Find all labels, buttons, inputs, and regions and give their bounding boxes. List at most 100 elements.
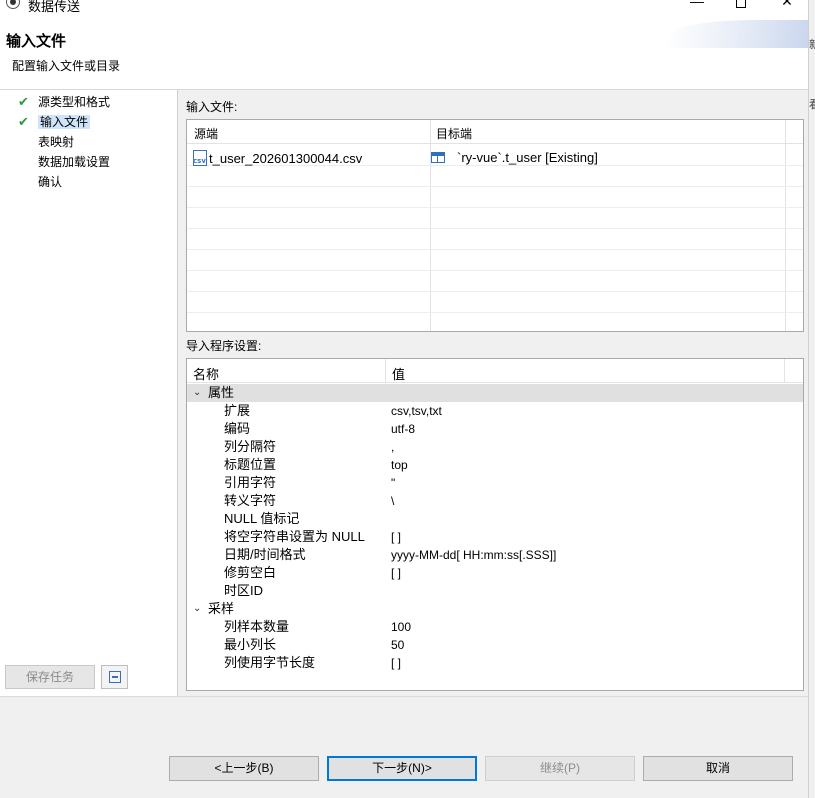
property-value[interactable]: utf-8	[391, 420, 415, 438]
property-name: 列样本数量	[224, 619, 290, 634]
step-table-mapping[interactable]: 表映射	[16, 133, 74, 151]
property-name: 修剪空白	[224, 565, 277, 580]
property-row[interactable]: 日期/时间格式 yyyy-MM-dd[ HH:mm:ss[.SSS]]	[187, 546, 803, 564]
column-header-target[interactable]: 目标端	[436, 125, 472, 142]
property-value[interactable]: [ ]	[391, 564, 401, 582]
step-confirm[interactable]: 确认	[16, 173, 62, 191]
property-row[interactable]: 将空字符串设置为 NULL [ ]	[187, 528, 803, 546]
maximize-button[interactable]	[718, 0, 764, 13]
column-header-name[interactable]: 名称	[193, 364, 219, 383]
property-name: 引用字符	[224, 475, 277, 490]
property-value[interactable]: yyyy-MM-dd[ HH:mm:ss[.SSS]]	[391, 546, 556, 564]
close-button[interactable]: ✕	[764, 0, 810, 13]
property-name: 最小列长	[224, 637, 277, 652]
property-name: 扩展	[224, 403, 251, 418]
background-text-fragment: 新	[809, 39, 815, 51]
task-config-button[interactable]	[101, 665, 128, 689]
table-header: 源端 目标端	[187, 120, 803, 144]
column-header-source[interactable]: 源端	[194, 125, 218, 142]
check-icon: ✔	[18, 94, 29, 109]
minimize-button[interactable]: —	[674, 0, 720, 13]
check-icon: ✔	[18, 114, 29, 129]
chevron-down-icon[interactable]: ⌄	[193, 600, 201, 618]
row-divider	[187, 207, 803, 208]
property-value[interactable]: csv,tsv,txt	[391, 402, 442, 420]
background-window-edge: 新 看	[808, 0, 815, 798]
property-value[interactable]: top	[391, 456, 408, 474]
group-label: 属性	[208, 385, 235, 400]
property-row[interactable]: 转义字符 \	[187, 492, 803, 510]
page-title: 输入文件	[6, 33, 67, 50]
property-row[interactable]: 最小列长 50	[187, 636, 803, 654]
column-divider	[385, 359, 386, 382]
wizard-steps-nav: ✔ 源类型和格式 ✔ 输入文件 表映射 数据加载设置 确认 保存任务	[0, 90, 178, 696]
chevron-down-icon[interactable]: ⌄	[193, 384, 201, 402]
property-name: 标题位置	[224, 457, 277, 472]
property-name: 日期/时间格式	[224, 547, 306, 562]
source-file-name: t_user_202601300044.csv	[209, 151, 363, 166]
table-row-target[interactable]: `ry-vue`.t_user [Existing]	[431, 150, 598, 165]
step-label: 表映射	[38, 135, 75, 149]
property-name: 列分隔符	[224, 439, 277, 454]
continue-button[interactable]: 继续(P)	[485, 756, 635, 781]
cancel-button[interactable]: 取消	[643, 756, 793, 781]
row-divider	[187, 270, 803, 271]
property-value[interactable]: 100	[391, 618, 411, 636]
property-row[interactable]: 列使用字节长度 [ ]	[187, 654, 803, 672]
property-value[interactable]: \	[391, 492, 394, 510]
step-label: 数据加载设置	[38, 155, 111, 169]
step-source-type[interactable]: ✔ 源类型和格式	[16, 93, 110, 111]
property-row[interactable]: 标题位置 top	[187, 456, 803, 474]
group-label: 采样	[208, 601, 235, 616]
header-decoration	[668, 20, 808, 48]
row-divider	[187, 312, 803, 313]
table-row-source[interactable]: csv t_user_202601300044.csv	[193, 150, 362, 166]
column-header-value[interactable]: 值	[392, 364, 405, 383]
title-bar: 数据传送 — ✕	[0, 0, 815, 14]
column-divider	[785, 120, 786, 331]
property-row[interactable]: 修剪空白 [ ]	[187, 564, 803, 582]
next-button[interactable]: 下一步(N)>	[327, 756, 477, 781]
property-row[interactable]: 时区ID	[187, 582, 803, 600]
property-value[interactable]: [ ]	[391, 654, 401, 672]
target-table-name: `ry-vue`.t_user [Existing]	[457, 150, 598, 165]
row-divider	[187, 228, 803, 229]
window-title: 数据传送	[28, 0, 81, 14]
maximize-icon	[736, 0, 746, 8]
property-name: 列使用字节长度	[224, 655, 316, 670]
property-row[interactable]: 编码 utf-8	[187, 420, 803, 438]
app-logo-icon	[6, 0, 20, 9]
task-config-icon	[109, 671, 121, 683]
step-load-settings[interactable]: 数据加载设置	[16, 153, 110, 171]
property-value[interactable]: "	[391, 474, 395, 492]
background-text-fragment: 看	[809, 99, 815, 111]
step-input-files[interactable]: ✔ 输入文件	[16, 113, 91, 131]
property-value[interactable]: ,	[391, 438, 394, 456]
property-name: NULL 值标记	[224, 511, 300, 526]
column-divider	[784, 359, 785, 382]
property-row[interactable]: 列分隔符,	[187, 438, 803, 456]
wizard-footer: <上一步(B) 下一步(N)> 继续(P) 取消	[0, 696, 808, 798]
table-header: 名称 值	[187, 359, 803, 383]
group-sampling[interactable]: ⌄ 采样	[187, 600, 803, 618]
step-label: 输入文件	[38, 115, 91, 129]
back-button[interactable]: <上一步(B)	[169, 756, 319, 781]
save-task-button[interactable]: 保存任务	[5, 665, 95, 689]
importer-settings-label: 导入程序设置:	[186, 339, 262, 353]
property-row[interactable]: 扩展 csv,tsv,txt	[187, 402, 803, 420]
property-row[interactable]: NULL 值标记	[187, 510, 803, 528]
group-properties[interactable]: ⌄ 属性	[187, 384, 803, 402]
property-row[interactable]: 引用字符 "	[187, 474, 803, 492]
property-name: 将空字符串设置为 NULL	[224, 529, 365, 544]
wizard-body: ✔ 源类型和格式 ✔ 输入文件 表映射 数据加载设置 确认 保存任务 输入文件:…	[0, 90, 808, 696]
importer-settings-table: 名称 值 ⌄ 属性 扩展 csv,tsv,txt 编码 utf-8 列分隔符, 标题…	[186, 358, 804, 691]
csv-file-icon: csv	[193, 150, 207, 166]
page-description: 配置输入文件或目录	[12, 59, 121, 73]
property-value[interactable]: 50	[391, 636, 404, 654]
property-value[interactable]: [ ]	[391, 528, 401, 546]
property-row[interactable]: 列样本数量 100	[187, 618, 803, 636]
close-icon: ✕	[781, 0, 793, 9]
wizard-header: 输入文件 配置输入文件或目录	[0, 14, 808, 90]
input-files-label: 输入文件:	[186, 100, 238, 114]
step-label: 确认	[38, 175, 63, 189]
